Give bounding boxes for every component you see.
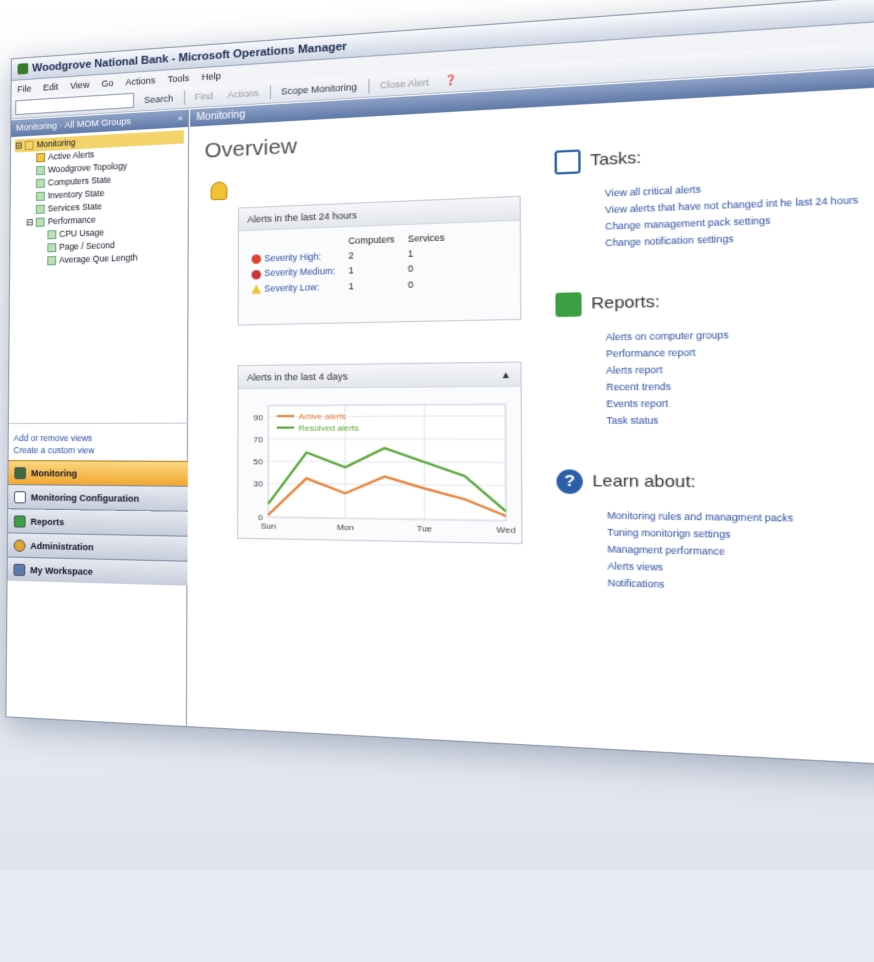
severity-medium-icon [252,269,262,279]
toolbar-separator [269,85,270,100]
alerts-4days-card: Alerts in the last 4 days▲ 030507090SunM… [237,361,522,544]
monitor-icon [14,467,26,479]
reports-section: Reports: Alerts on computer groups Perfo… [555,283,874,430]
cell[interactable]: 0 [401,275,451,292]
alerts-line-chart: 030507090SunMonTueWedActive alertsResolv… [238,387,521,543]
view-links: Add or remove views Create a custom view [9,423,189,465]
wunderbar-monitoring[interactable]: Monitoring [8,460,188,486]
legend-label: Resolved alerts [299,423,359,433]
x-tick-label: Wed [496,525,515,535]
view-icon [36,218,45,227]
alerts-24h-card: Alerts in the last 24 hours Computers Se… [238,196,522,326]
collapse-arrow-icon[interactable]: ▲ [501,369,511,380]
report-link[interactable]: Recent trends [606,376,874,396]
gridline [505,404,506,520]
y-tick-label: 90 [253,412,263,422]
nav-header-title: Monitoring [16,120,57,132]
collapse-pane-icon[interactable]: « [178,113,183,124]
alerts-24h-title: Alerts in the last 24 hours [239,197,520,231]
view-icon [47,256,56,265]
bell-icon [211,181,228,200]
cell[interactable]: 1 [401,245,451,262]
cell[interactable]: 1 [342,277,401,294]
menu-edit[interactable]: Edit [43,81,58,92]
toolbar-separator [184,90,185,104]
wunderbar-my-workspace[interactable]: My Workspace [8,557,188,586]
menu-view[interactable]: View [70,79,89,90]
view-icon [47,243,56,252]
alerts-24h-table: Computers Services Severity High: 2 1 Se… [245,230,452,296]
actions-button[interactable]: Actions [224,86,264,101]
folder-icon [25,141,34,150]
navigation-pane: Monitoring · All MOM Groups « ⊟Monitorin… [6,110,189,727]
window-frame: Woodgrove National Bank - Microsoft Oper… [5,0,874,773]
floor-reflection [20,720,860,870]
severity-low-link[interactable]: Severity Low: [264,281,319,293]
group-filter[interactable]: All MOM Groups [64,116,130,130]
alert-icon [36,153,45,162]
scope-monitoring-button[interactable]: Scope Monitoring [277,80,362,98]
wunderbar-reports[interactable]: Reports [8,508,188,535]
x-tick-label: Mon [337,522,354,532]
close-alert-button[interactable]: Close Alert [376,75,434,91]
page-title: Overview [205,134,298,164]
wunderbar: Monitoring Monitoring Configuration Repo… [8,460,188,586]
severity-medium-link[interactable]: Severity Medium: [264,266,335,279]
add-remove-views-link[interactable]: Add or remove views [14,432,183,444]
cell[interactable]: 0 [401,260,451,277]
col-services: Services [401,230,451,247]
create-custom-view-link[interactable]: Create a custom view [13,444,182,457]
alerts-4days-title: Alerts in the last 4 days▲ [239,363,521,389]
admin-icon [14,539,26,551]
help-icon: ? [556,469,582,494]
config-icon [14,491,26,503]
menu-file[interactable]: File [17,83,31,94]
view-icon [47,230,56,239]
search-input[interactable] [15,93,134,115]
tasks-section: Tasks: View all critical alerts View ale… [555,131,874,254]
x-tick-label: Sun [261,521,276,531]
report-link[interactable]: Task status [606,411,874,429]
wunderbar-monitoring-config[interactable]: Monitoring Configuration [8,484,188,511]
reports-title: Reports: [591,283,874,316]
view-icon [36,205,45,214]
y-tick-label: 30 [253,479,263,489]
user-icon [13,563,25,575]
legend-label: Active alerts [299,411,347,421]
app-icon [18,63,29,75]
nav-tree: ⊟Monitoring Active Alerts Woodgrove Topo… [10,127,188,272]
menu-actions[interactable]: Actions [125,75,155,87]
help-icon[interactable]: ❓ [440,73,462,88]
find-button[interactable]: Find [191,89,218,103]
x-tick-label: Tue [417,524,432,534]
severity-low-icon [251,284,261,294]
view-icon [36,166,45,175]
view-icon [36,192,45,201]
task-panel: Tasks: View all critical alerts View ale… [555,131,874,645]
main-pane: Monitoring Overview Alerts in the last 2… [188,60,874,772]
menu-tools[interactable]: Tools [168,72,190,84]
menu-help[interactable]: Help [202,70,221,81]
menu-go[interactable]: Go [101,78,113,89]
learn-section: ? Learn about: Monitoring rules and mana… [556,469,874,601]
severity-high-icon [252,255,262,265]
reports-icon [555,292,581,317]
severity-high-link[interactable]: Severity High: [264,251,321,263]
reports-icon [14,515,26,527]
view-icon [36,179,45,188]
tasks-title: Tasks: [590,131,874,173]
learn-title: Learn about: [592,470,874,498]
toolbar-separator [368,78,369,93]
y-tick-label: 50 [253,457,263,467]
cell[interactable]: 1 [342,262,401,279]
report-link[interactable]: Events report [606,394,874,413]
search-button[interactable]: Search [140,91,177,105]
y-tick-label: 70 [253,435,263,445]
tasks-icon [555,149,581,174]
